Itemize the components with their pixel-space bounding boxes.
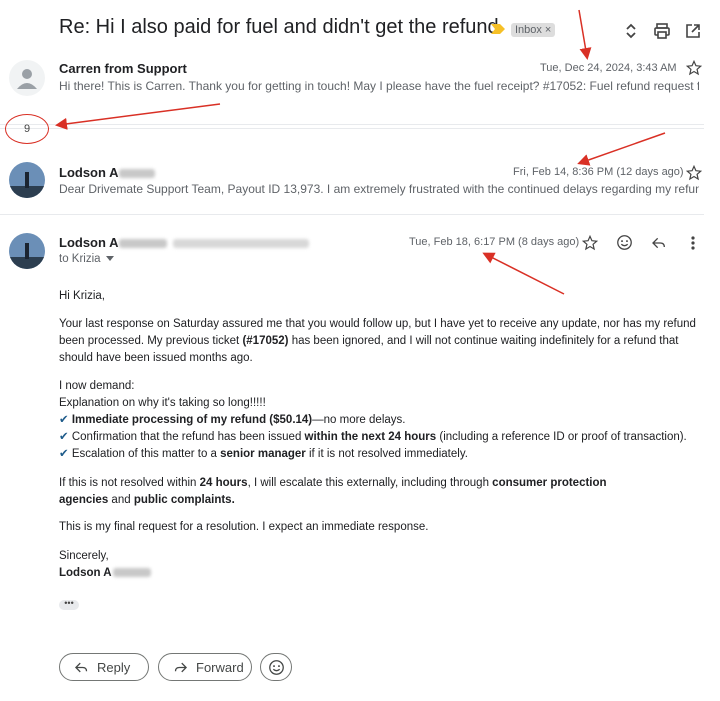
para3-text-a: If this is not resolved within bbox=[59, 477, 200, 489]
signature-name: Lodson A bbox=[59, 567, 112, 579]
message-divider bbox=[0, 214, 704, 215]
body-demands: I now demand: Explanation on why it's ta… bbox=[59, 378, 699, 463]
check3-text-b: if it is not resolved immediately. bbox=[305, 448, 468, 460]
reply-label: Reply bbox=[97, 659, 131, 675]
para3-text-b: , I will escalate this externally, inclu… bbox=[247, 477, 493, 489]
sender-name-text: Lodson A bbox=[59, 165, 119, 180]
para3-text-c: and bbox=[108, 494, 134, 506]
emoji-reaction-button[interactable] bbox=[260, 653, 292, 681]
sender-avatar-photo[interactable] bbox=[9, 162, 45, 198]
collapsed-divider-bottom bbox=[0, 128, 704, 129]
body-paragraph-1: Your last response on Saturday assured m… bbox=[59, 316, 699, 367]
inbox-label-text: Inbox bbox=[515, 24, 542, 36]
sender-avatar-photo[interactable] bbox=[9, 233, 45, 269]
message-date: Tue, Feb 18, 6:17 PM (8 days ago) bbox=[409, 236, 580, 248]
demand-line: Explanation on why it's taking so long!!… bbox=[59, 397, 266, 409]
remove-label-icon[interactable]: × bbox=[545, 24, 551, 36]
para4-text: This is my final request for a resolutio… bbox=[59, 521, 429, 533]
ticket-number: (#17052) bbox=[242, 335, 289, 347]
check2-text-a: Confirmation that the refund has been is… bbox=[71, 431, 305, 443]
forward-label: Forward bbox=[196, 659, 244, 675]
redacted-surname bbox=[119, 239, 168, 249]
para3-bold-1: 24 hours bbox=[199, 477, 248, 489]
message-sender[interactable]: Lodson A bbox=[59, 235, 310, 250]
star-icon[interactable] bbox=[582, 235, 598, 251]
message-snippet[interactable]: Dear Drivemate Support Team, Payout ID 1… bbox=[59, 182, 699, 196]
sender-avatar-default[interactable] bbox=[9, 60, 45, 96]
redacted-surname bbox=[112, 568, 151, 578]
annotation-arrow bbox=[577, 132, 666, 166]
reply-icon bbox=[74, 661, 89, 674]
forward-button[interactable]: Forward bbox=[158, 653, 252, 681]
message-snippet[interactable]: Hi there! This is Carren. Thank you for … bbox=[59, 79, 699, 93]
recipient-details[interactable]: to Krizia bbox=[59, 253, 114, 265]
collapsed-messages-count[interactable]: 9 bbox=[5, 114, 49, 144]
reply-button[interactable]: Reply bbox=[59, 653, 149, 681]
checkmark-icon: ✔ bbox=[59, 448, 69, 460]
check3-bold: senior manager bbox=[220, 448, 306, 460]
redacted-surname bbox=[119, 169, 156, 179]
inbox-label-chip[interactable]: Inbox × bbox=[511, 23, 556, 37]
star-icon[interactable] bbox=[686, 165, 702, 181]
signoff: Sincerely, bbox=[59, 550, 109, 562]
body-paragraph-3: If this is not resolved within 24 hours,… bbox=[59, 475, 619, 509]
demand-intro: I now demand: bbox=[59, 380, 135, 392]
reply-icon[interactable] bbox=[651, 235, 667, 251]
check1-rest: —no more delays. bbox=[312, 414, 406, 426]
para3-bold-3: public complaints. bbox=[133, 494, 235, 506]
annotation-arrow bbox=[578, 9, 592, 60]
redacted-email bbox=[173, 239, 310, 249]
more-options-icon[interactable] bbox=[686, 235, 700, 251]
message-sender[interactable]: Carren from Support bbox=[59, 61, 187, 76]
message-date: Fri, Feb 14, 8:36 PM (12 days ago) bbox=[513, 166, 684, 178]
check2-text-b: (including a reference ID or proof of tr… bbox=[436, 431, 687, 443]
checkmark-icon: ✔ bbox=[59, 431, 69, 443]
emoji-icon bbox=[268, 659, 285, 676]
message-date: Tue, Dec 24, 2024, 3:43 AM bbox=[540, 62, 677, 74]
forward-icon bbox=[173, 661, 188, 674]
emoji-reaction-icon[interactable] bbox=[616, 234, 633, 251]
show-trimmed-content-button[interactable]: ••• bbox=[59, 599, 79, 610]
email-subject: Re: Hi I also paid for fuel and didn't g… bbox=[59, 16, 499, 38]
check2-bold: within the next 24 hours bbox=[304, 431, 437, 443]
signature-block: Sincerely, Lodson A bbox=[59, 548, 699, 582]
expand-collapse-icon[interactable] bbox=[620, 20, 642, 42]
annotation-arrow bbox=[55, 103, 221, 130]
open-in-new-window-icon[interactable] bbox=[682, 20, 704, 42]
chevron-down-icon[interactable] bbox=[105, 255, 114, 262]
collapsed-divider-top bbox=[0, 124, 704, 125]
star-icon[interactable] bbox=[686, 60, 702, 76]
body-paragraph-4: This is my final request for a resolutio… bbox=[59, 519, 699, 536]
check1-bold: Immediate processing of my refund ($50.1… bbox=[71, 414, 313, 426]
recipient-text: to Krizia bbox=[59, 253, 101, 265]
checkmark-icon: ✔ bbox=[59, 414, 69, 426]
greeting: Hi Krizia, bbox=[59, 290, 106, 302]
check3-text-a: Escalation of this matter to a bbox=[71, 448, 221, 460]
importance-marker-icon[interactable] bbox=[491, 24, 505, 34]
message-body: Hi Krizia, bbox=[59, 288, 699, 305]
message-sender[interactable]: Lodson A bbox=[59, 165, 156, 180]
sender-name-text: Lodson A bbox=[59, 235, 119, 250]
print-icon[interactable] bbox=[651, 20, 673, 42]
